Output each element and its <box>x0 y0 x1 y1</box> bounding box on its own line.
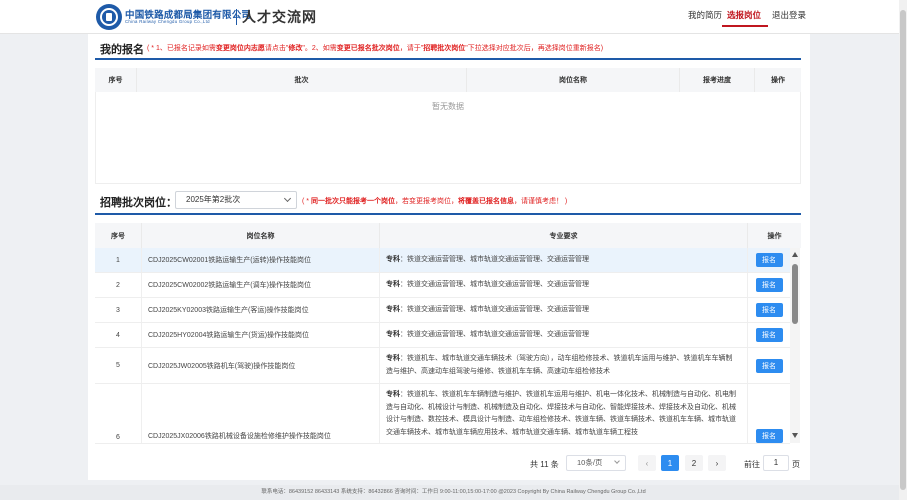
col-position-name: 岗位名称 <box>142 223 380 248</box>
prev-page-button[interactable]: ‹ <box>638 455 656 471</box>
scroll-down-icon[interactable] <box>792 433 798 438</box>
table-row: 2 CDJ2025CW02002铁路运输生产(调车)操作技能岗位 专科：铁道交通… <box>95 273 790 298</box>
goto-page-input[interactable]: 1 <box>763 455 789 471</box>
position-name: CDJ2025JW02005铁路机车(驾驶)操作技能岗位 <box>142 348 380 383</box>
site-title: 人才交流网 <box>242 9 317 25</box>
logo-divider <box>236 9 237 25</box>
row-action: 报名 <box>748 273 790 297</box>
table-row: 6 CDJ2025JX02006铁路机械设备设施检修维护操作技能岗位 专科：铁道… <box>95 384 790 444</box>
page-unit-label: 页 <box>792 460 800 469</box>
apply-button[interactable]: 报名 <box>755 328 783 342</box>
table-row: 1 CDJ2025CW02001铁路运输生产(运转)操作技能岗位 专科：铁道交通… <box>95 248 790 273</box>
major-requirement: 专科：铁道交通运营管理、城市轨道交通运营管理、交通运营管理 <box>380 323 748 347</box>
position-name: CDJ2025CW02001铁路运输生产(运转)操作技能岗位 <box>142 248 380 272</box>
chevron-down-icon <box>614 458 620 464</box>
position-name: CDJ2025HY02004铁路运输生产(货运)操作技能岗位 <box>142 323 380 347</box>
major-requirement: 专科：铁道交通运营管理、城市轨道交通运营管理、交通运营管理 <box>380 298 748 322</box>
row-action: 报名 <box>748 298 790 322</box>
my-apply-note: ( * 1、已报名记录如需变更岗位内志愿请点击"修改"。2、如需变更已报名批次岗… <box>147 45 604 52</box>
batch-title: 招聘批次岗位： <box>100 197 177 209</box>
position-name: CDJ2025CW02002铁路运输生产(调车)操作技能岗位 <box>142 273 380 297</box>
railway-logo-icon <box>96 4 122 30</box>
position-name: CDJ2025JX02006铁路机械设备设施检修维护操作技能岗位 <box>142 384 380 443</box>
position-name: CDJ2025KY02003铁路运输生产(客运)操作技能岗位 <box>142 298 380 322</box>
row-action: 报名 <box>748 323 790 347</box>
table-row: 3 CDJ2025KY02003铁路运输生产(客运)操作技能岗位 专科：铁道交通… <box>95 298 790 323</box>
apply-button[interactable]: 报名 <box>755 429 783 443</box>
col-action: 操作 <box>767 232 782 240</box>
row-action: 报名 <box>748 384 790 443</box>
col-index: 序号 <box>95 223 142 248</box>
row-index: 6 <box>95 384 142 443</box>
col-major-requirement: 专业要求 <box>380 223 748 248</box>
empty-data-text: 暂无数据 <box>432 102 464 111</box>
section-divider <box>95 213 801 215</box>
apply-button[interactable]: 报名 <box>755 303 783 317</box>
row-action: 报名 <box>748 248 790 272</box>
row-action: 报名 <box>748 348 790 383</box>
goto-label: 前往 <box>744 460 760 469</box>
major-requirement: 专科：铁道机车、城市轨道交通车辆技术（驾驶方向），动车组检修技术、铁道机车运用与… <box>380 348 748 383</box>
nav-select-position[interactable]: 选报岗位 <box>727 9 761 21</box>
row-index: 1 <box>95 248 142 272</box>
nav-active-indicator <box>722 25 768 27</box>
page-scrollbar[interactable] <box>899 0 907 500</box>
apply-button[interactable]: 报名 <box>755 358 783 373</box>
apply-button[interactable]: 报名 <box>755 253 783 267</box>
page-size-select[interactable]: 10条/页 <box>566 455 626 471</box>
col-position-name: 岗位名称 <box>467 68 680 92</box>
page-button-2[interactable]: 2 <box>685 455 703 471</box>
scroll-up-icon[interactable] <box>792 252 798 257</box>
major-requirement: 专科：铁道交通运营管理、城市轨道交通运营管理、交通运营管理 <box>380 248 748 272</box>
my-apply-table-body: 暂无数据 <box>95 92 801 184</box>
company-name-en: China Railway Chengdu Group Co.,Ltd <box>125 19 210 24</box>
row-index: 5 <box>95 348 142 383</box>
top-header: 中国铁路成都局集团有限公司 China Railway Chengdu Grou… <box>0 0 907 34</box>
col-action: 操作 <box>771 77 785 84</box>
row-index: 4 <box>95 323 142 347</box>
positions-table-header: 序号 岗位名称 专业要求 操作 <box>95 223 801 248</box>
my-apply-title: 我的报名 <box>100 44 144 56</box>
major-requirement: 专科：铁道交通运营管理、城市轨道交通运营管理、交通运营管理 <box>380 273 748 297</box>
footer: 联系电话：86439152 86433143 系统支持：86432866 咨询时… <box>0 485 907 500</box>
my-apply-table-header: 序号 批次 岗位名称 报考进度 操作 <box>95 68 801 92</box>
pagination-total: 共 11 条 <box>530 460 559 469</box>
major-requirement: 专科：铁道机车、铁道机车车辆制造与维护、铁道机车运用与维护、机电一体化技术、机械… <box>380 384 748 443</box>
batch-select[interactable]: 2025年第2批次 <box>175 191 297 209</box>
col-batch: 批次 <box>137 68 467 92</box>
batch-note: ( * 同一批次只能报考一个岗位，若变更报考岗位，将覆盖已报名信息，请谨慎考虑！… <box>302 198 568 205</box>
page-button-1[interactable]: 1 <box>661 455 679 471</box>
table-row: 4 CDJ2025HY02004铁路运输生产(货运)操作技能岗位 专科：铁道交通… <box>95 323 790 348</box>
apply-button[interactable]: 报名 <box>755 278 783 292</box>
section-divider <box>95 58 801 60</box>
scroll-thumb[interactable] <box>792 264 798 324</box>
chevron-down-icon <box>283 194 292 203</box>
next-page-button[interactable]: › <box>708 455 726 471</box>
row-index: 2 <box>95 273 142 297</box>
row-index: 3 <box>95 298 142 322</box>
nav-logout[interactable]: 退出登录 <box>772 9 806 21</box>
page-scroll-thumb[interactable] <box>900 10 906 490</box>
table-row: 5 CDJ2025JW02005铁路机车(驾驶)操作技能岗位 专科：铁道机车、城… <box>95 348 790 384</box>
nav-my-resume[interactable]: 我的简历 <box>688 9 722 21</box>
col-index: 序号 <box>95 68 137 92</box>
col-progress: 报考进度 <box>680 68 755 92</box>
table-scrollbar[interactable] <box>790 248 800 443</box>
